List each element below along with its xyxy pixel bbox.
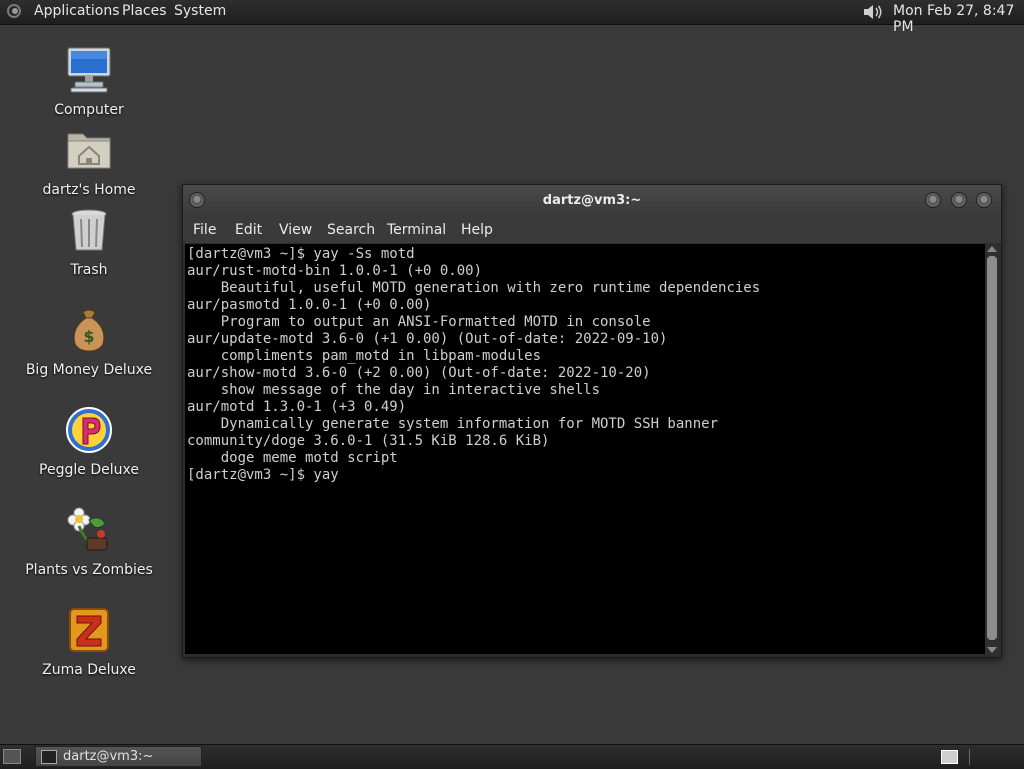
menu-terminal[interactable]: Terminal <box>387 222 446 238</box>
terminal-menubar: File Edit View Search Terminal Help <box>183 215 1001 243</box>
clock[interactable]: Mon Feb 27, 8:47 PM <box>893 3 1024 35</box>
show-desktop-icon[interactable] <box>3 749 21 764</box>
terminal-window[interactable]: dartz@vm3:~ File Edit View Search Termin… <box>182 184 1002 658</box>
speaker-icon[interactable] <box>862 3 886 21</box>
terminal-line: community/doge 3.6.0-1 (31.5 KiB 128.6 K… <box>187 433 550 449</box>
terminal-icon <box>41 750 57 764</box>
desktop-icon-home[interactable]: dartz's Home <box>24 126 154 198</box>
bottom-panel: dartz@vm3:~ <box>0 744 1024 769</box>
terminal-line: show message of the day in interactive s… <box>187 382 601 398</box>
terminal-scrollbar[interactable] <box>985 244 999 655</box>
flower-icon <box>67 507 108 551</box>
terminal-line: compliments pam_motd in libpam-modules <box>187 348 542 364</box>
menu-edit[interactable]: Edit <box>235 222 262 238</box>
desktop-icon-label: Plants vs Zombies <box>25 562 153 578</box>
desktop-icon-computer[interactable]: Computer <box>24 46 154 118</box>
desktop-icon-label: Zuma Deluxe <box>42 662 136 678</box>
terminal-line: Dynamically generate system information … <box>187 416 719 432</box>
terminal-line: Program to output an ANSI-Formatted MOTD… <box>187 314 651 330</box>
scrollbar-thumb[interactable] <box>987 256 997 640</box>
desktop-icon-trash[interactable]: Trash <box>24 206 154 278</box>
panel-separator <box>969 749 970 765</box>
home-folder-icon <box>67 133 111 169</box>
terminal-line: aur/rust-motd-bin 1.0.0-1 (+0 0.00) <box>187 263 483 279</box>
computer-icon <box>67 47 111 93</box>
terminal-line: aur/update-motd 3.6-0 (+1 0.00) (Out-of-… <box>187 331 668 347</box>
menu-view[interactable]: View <box>279 222 312 238</box>
desktop-icon-big-money[interactable]: $ Big Money Deluxe <box>24 306 154 378</box>
desktop-icon-plants-vs-zombies[interactable]: Plants vs Zombies <box>24 506 154 578</box>
minimize-button[interactable] <box>925 192 941 208</box>
window-title: dartz@vm3:~ <box>542 193 642 208</box>
applications-menu[interactable]: Applications <box>34 3 120 19</box>
taskbar-terminal-button[interactable]: dartz@vm3:~ <box>35 746 202 767</box>
terminal-line: doge meme motd script <box>187 450 398 466</box>
desktop-icon-label: Trash <box>70 262 108 278</box>
desktop-icon-peggle[interactable]: Peggle Deluxe <box>24 406 154 478</box>
scroll-up-arrow-icon[interactable] <box>987 246 997 252</box>
terminal-line: Beautiful, useful MOTD generation with z… <box>187 280 761 296</box>
close-button[interactable] <box>976 192 992 208</box>
places-menu[interactable]: Places <box>122 3 167 19</box>
money-bag-icon: $ <box>73 309 105 352</box>
desktop-icon-zuma[interactable]: Zuma Deluxe <box>24 606 154 678</box>
terminal-line: aur/pasmotd 1.0.0-1 (+0 0.00) <box>187 297 432 313</box>
menu-search[interactable]: Search <box>327 222 375 238</box>
system-menu[interactable]: System <box>174 3 226 19</box>
terminal-line: [dartz@vm3 ~]$ yay -Ss motd <box>187 246 415 262</box>
menu-file[interactable]: File <box>193 222 216 238</box>
workspace-switcher[interactable] <box>941 750 958 764</box>
terminal-line: aur/show-motd 3.6-0 (+2 0.00) (Out-of-da… <box>187 365 651 381</box>
trash-icon <box>71 209 107 251</box>
menu-help[interactable]: Help <box>461 222 493 238</box>
svg-text:$: $ <box>83 327 94 346</box>
terminal-output[interactable]: [dartz@vm3 ~]$ yay -Ss motd aur/rust-mot… <box>185 244 985 654</box>
zuma-icon <box>69 608 109 652</box>
terminal-line: aur/motd 1.3.0-1 (+3 0.49) <box>187 399 407 415</box>
desktop-icon-label: Big Money Deluxe <box>25 362 153 378</box>
scroll-down-arrow-icon[interactable] <box>987 647 997 653</box>
peggle-icon <box>66 407 112 453</box>
desktop-icon-label: Computer <box>54 102 124 118</box>
maximize-button[interactable] <box>951 192 967 208</box>
taskbar-label: dartz@vm3:~ <box>63 749 154 764</box>
terminal-prompt-line[interactable]: [dartz@vm3 ~]$ yay <box>187 467 985 484</box>
desktop-icon-label: Peggle Deluxe <box>39 462 139 478</box>
gnome-logo-icon[interactable] <box>7 4 21 18</box>
window-titlebar[interactable]: dartz@vm3:~ <box>183 185 1001 215</box>
top-panel: Applications Places System Mon Feb 27, 8… <box>0 0 1024 35</box>
desktop-icon-label: dartz's Home <box>42 182 136 198</box>
